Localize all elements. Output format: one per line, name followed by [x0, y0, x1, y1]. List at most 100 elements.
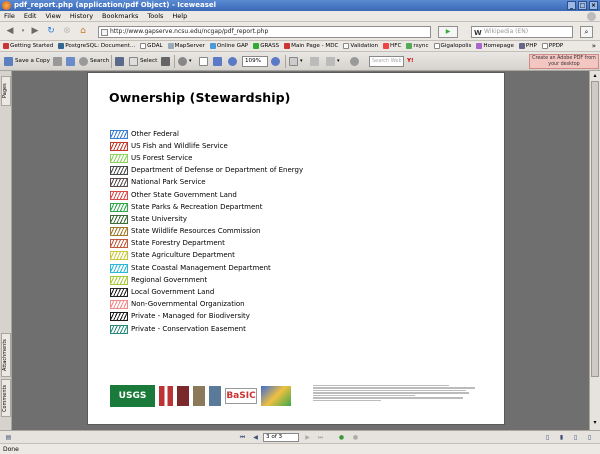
- bookmark-ppdp[interactable]: PPDP: [541, 43, 563, 49]
- bookmark-mapserver[interactable]: MapServer: [167, 43, 205, 49]
- zoom-level-select[interactable]: 109%: [242, 56, 268, 67]
- bookmark-icon: [433, 43, 440, 49]
- bookmark-main-page-mdc[interactable]: Main Page - MDC: [284, 43, 338, 49]
- back-arrow-icon[interactable]: ◀: [4, 25, 16, 37]
- bookmark-validation[interactable]: Validation: [343, 43, 378, 49]
- search-web-input[interactable]: Search Web: [369, 56, 404, 67]
- yahoo-search-icon[interactable]: Y!: [407, 55, 414, 68]
- close-button[interactable]: ×: [589, 1, 598, 10]
- tab-comments[interactable]: Comments: [1, 379, 11, 417]
- legend-item: State Agriculture Department: [110, 250, 303, 262]
- page-number-input[interactable]: 3 of 3: [263, 433, 299, 442]
- select-tool-button[interactable]: Select: [129, 55, 157, 68]
- review-button[interactable]: ▾: [326, 55, 340, 68]
- pdf-search-button[interactable]: Search: [79, 55, 109, 68]
- scroll-up-icon[interactable]: ▴: [591, 72, 599, 80]
- zoom-in-button[interactable]: [271, 55, 280, 68]
- single-page-view-icon[interactable]: ▯: [543, 433, 552, 442]
- pdf-side-panel-tabs: Pages Attachments Comments: [0, 71, 12, 430]
- zoom-in-icon: [271, 57, 280, 66]
- dropdown-caret-icon: ▾: [337, 58, 340, 64]
- bookmark-rsync[interactable]: rsync: [406, 43, 429, 49]
- page-icon: [199, 57, 208, 66]
- menu-tools[interactable]: Tools: [147, 11, 163, 21]
- printer-icon: [53, 57, 62, 66]
- bookmark-homepage[interactable]: Homepage: [476, 43, 514, 49]
- back-dropdown-icon[interactable]: ▾: [20, 25, 26, 37]
- next-page-icon[interactable]: ▶: [303, 433, 312, 442]
- first-page-icon[interactable]: ⏮: [238, 433, 247, 442]
- bookmark-icon: [541, 43, 548, 49]
- bookmark-icon: [140, 43, 147, 49]
- forward-arrow-icon[interactable]: ▶: [29, 25, 41, 37]
- next-view-icon[interactable]: ●: [351, 433, 360, 442]
- partner-map-logo: [261, 386, 291, 406]
- sign-button[interactable]: [310, 55, 319, 68]
- menu-file[interactable]: File: [4, 11, 15, 21]
- tab-attachments[interactable]: Attachments: [1, 333, 11, 377]
- legend-item: Non-Governmental Organization: [110, 299, 303, 311]
- actual-size-button[interactable]: [199, 55, 208, 68]
- menu-help[interactable]: Help: [172, 11, 187, 21]
- legend-label: Private - Managed for Biodiversity: [131, 312, 250, 321]
- minimize-button[interactable]: _: [567, 1, 576, 10]
- bookmark-icon: [209, 43, 216, 49]
- help-button[interactable]: [350, 55, 359, 68]
- continuous-view-icon[interactable]: ▮: [557, 433, 566, 442]
- page-setup-icon[interactable]: ▤: [4, 433, 13, 442]
- facing-view-icon[interactable]: ▯: [571, 433, 580, 442]
- legend-item: Regional Government: [110, 274, 303, 286]
- zoom-out-button[interactable]: [228, 55, 237, 68]
- email-button[interactable]: [66, 55, 75, 68]
- legend-swatch: [110, 227, 128, 237]
- bookmark-gigalopolis[interactable]: Gigalopolis: [433, 43, 471, 49]
- menu-bookmarks[interactable]: Bookmarks: [102, 11, 138, 21]
- create-adobe-pdf-button[interactable]: Create an Adobe PDF from your desktop: [529, 54, 599, 69]
- scroll-down-icon[interactable]: ▾: [591, 419, 599, 427]
- fit-width-button[interactable]: [213, 55, 222, 68]
- previous-view-icon[interactable]: ●: [337, 433, 346, 442]
- tab-pages[interactable]: Pages: [1, 76, 11, 106]
- search-engine-input[interactable]: W Wikipedia (EN): [471, 26, 573, 38]
- menu-history[interactable]: History: [70, 11, 93, 21]
- previous-page-icon[interactable]: ◀: [251, 433, 260, 442]
- legend-label: Local Government Land: [131, 288, 215, 297]
- hand-tool-button[interactable]: [115, 55, 124, 68]
- save-copy-button[interactable]: Save a Copy: [4, 55, 50, 68]
- vertical-scrollbar[interactable]: ▴ ▾: [589, 71, 600, 430]
- bookmarks-overflow-icon[interactable]: »: [592, 41, 596, 52]
- page-layout-button[interactable]: ▾: [289, 55, 303, 68]
- bookmark-icon: [406, 43, 413, 49]
- sign-icon: [310, 57, 319, 66]
- go-button[interactable]: ▶: [438, 26, 458, 38]
- email-icon: [66, 57, 75, 66]
- zoom-tool-button[interactable]: ▾: [178, 55, 192, 68]
- scrollbar-thumb[interactable]: [591, 81, 599, 377]
- maximize-button[interactable]: □: [578, 1, 587, 10]
- bookmark-hfc[interactable]: HFC: [383, 43, 401, 49]
- hand-icon: [115, 57, 124, 66]
- bookmark-php[interactable]: PHP: [518, 43, 537, 49]
- cursor-icon: [129, 57, 138, 66]
- home-icon[interactable]: ⌂: [77, 25, 89, 37]
- menu-view[interactable]: View: [45, 11, 60, 21]
- continuous-facing-view-icon[interactable]: ▯: [585, 433, 594, 442]
- legend-swatch: [110, 312, 128, 322]
- bookmark-online-gap[interactable]: Online GAP: [209, 43, 248, 49]
- snapshot-button[interactable]: [161, 55, 170, 68]
- menu-edit[interactable]: Edit: [24, 11, 37, 21]
- bookmark-getting-started[interactable]: Getting Started: [3, 43, 53, 49]
- legend-swatch: [110, 202, 128, 212]
- bookmark-postgresql[interactable]: PostgreSQL: Document...: [58, 43, 135, 49]
- stop-icon[interactable]: ⊗: [61, 25, 73, 37]
- url-bar[interactable]: http://www.gapserve.ncsu.edu/ncgap/pdf_r…: [98, 26, 431, 38]
- last-page-icon[interactable]: ⏭: [316, 433, 325, 442]
- basic-logo: BaSIC: [225, 388, 257, 404]
- legend-item: US Forest Service: [110, 152, 303, 164]
- bookmark-gdal[interactable]: GDAL: [140, 43, 163, 49]
- legend-swatch: [110, 275, 128, 285]
- reload-icon[interactable]: ↻: [45, 25, 57, 37]
- search-magnifier-icon[interactable]: ⌕: [580, 26, 593, 38]
- bookmark-grass[interactable]: GRASS: [253, 43, 279, 49]
- print-button[interactable]: [53, 55, 62, 68]
